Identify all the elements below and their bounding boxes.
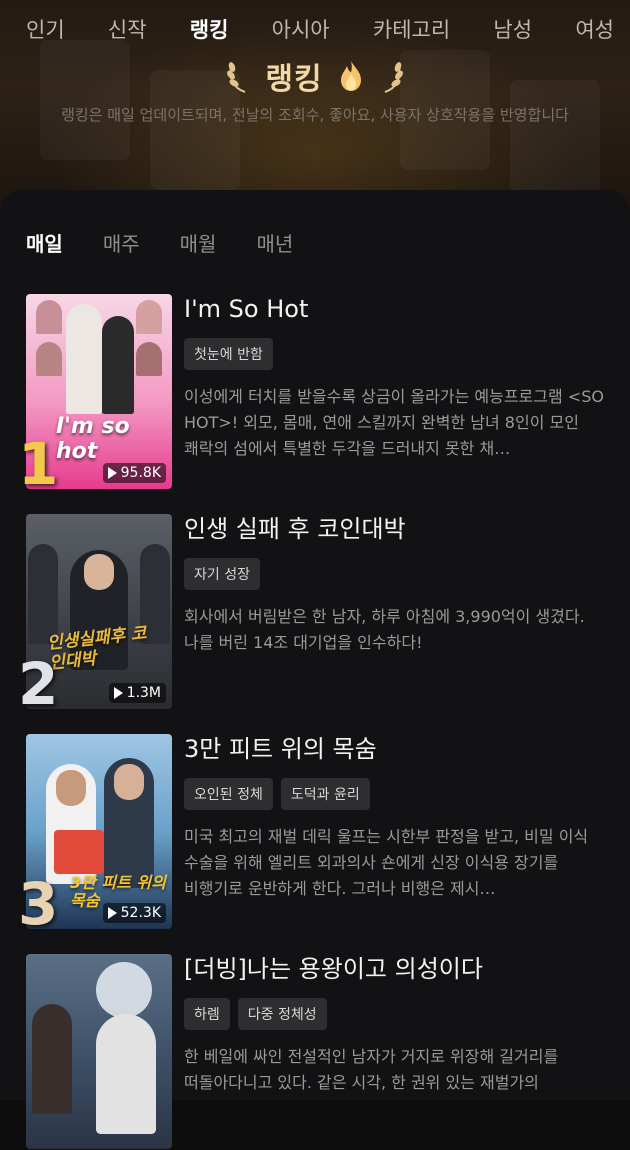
item-info: 인생 실패 후 코인대박 자기 성장 회사에서 버림받은 한 남자, 하루 아침…	[184, 514, 606, 656]
play-icon	[107, 467, 117, 479]
tag-list: 자기 성장	[184, 558, 606, 590]
item-info: 3만 피트 위의 목숨 오인된 정체 도덕과 윤리 미국 최고의 재벌 데릭 울…	[184, 734, 606, 902]
cover-face	[84, 554, 114, 590]
genre-tag[interactable]: 첫눈에 반함	[184, 338, 273, 370]
genre-tag[interactable]: 도덕과 윤리	[280, 778, 370, 810]
genre-tag[interactable]: 다중 정체성	[237, 998, 327, 1030]
rank-number: 2	[18, 650, 59, 718]
nav-item-ranking[interactable]: 랭킹	[190, 14, 229, 44]
cover-moon	[96, 962, 152, 1018]
tab-monthly[interactable]: 매월	[180, 228, 217, 257]
cover-figure	[36, 300, 62, 334]
item-description: 한 베일에 싸인 전설적인 남자가 거지로 위장해 길거리를 떠돌아다니고 있다…	[184, 1047, 559, 1092]
rank-number: 3	[18, 870, 59, 938]
item-description: 회사에서 버림받은 한 남자, 하루 아침에 3,990억이 생겼다. 나를 버…	[184, 607, 585, 652]
item-title[interactable]: [더빙]나는 용왕이고 의성이다	[184, 954, 606, 984]
item-description: 이성에게 터치를 받을수록 상금이 올라가는 예능프로그램 <SO HOT>! …	[184, 387, 604, 458]
cover-face	[56, 770, 86, 806]
cover-figure	[32, 1004, 72, 1114]
genre-tag[interactable]: 하렘	[184, 998, 230, 1030]
ranking-item[interactable]: 인생실패후 코인대박 1.3M 2 인생 실패 후 코인대박 자기 성장 회사에…	[18, 514, 606, 714]
period-tabs: 매일 매주 매월 매년	[26, 228, 293, 257]
view-count-value: 1.3M	[126, 685, 161, 701]
view-count-value: 52.3K	[120, 905, 161, 921]
cover-cooler	[54, 830, 104, 874]
page-subtitle: 랭킹은 매일 업데이트되며, 전날의 조회수, 좋아요, 사용자 상호작용을 반…	[61, 106, 569, 124]
item-info: I'm So Hot 첫눈에 반함 이성에게 터치를 받을수록 상금이 올라가는…	[184, 294, 606, 462]
nav-item-female[interactable]: 여성	[575, 14, 614, 44]
tag-list: 하렘 다중 정체성	[184, 998, 606, 1030]
nav-item-asia[interactable]: 아시아	[272, 14, 330, 44]
nav-item-category[interactable]: 카테고리	[373, 14, 450, 44]
tab-daily[interactable]: 매일	[26, 228, 63, 257]
laurel-right-icon	[384, 62, 403, 93]
genre-tag[interactable]: 오인된 정체	[184, 778, 273, 810]
rank-number: 1	[18, 430, 59, 498]
cover-title-art: I'm so hot	[56, 414, 130, 464]
ranking-item[interactable]: 3만 피트 위의 목숨 52.3K 3 3만 피트 위의 목숨 오인된 정체 도…	[18, 734, 606, 934]
cover-image[interactable]	[26, 954, 172, 1149]
ranking-item[interactable]: I'm so hot 95.8K 1 I'm So Hot 첫눈에 반함 이성에…	[18, 294, 606, 494]
ranking-header: 랭킹	[0, 52, 630, 100]
cover-figure	[96, 1014, 156, 1134]
cover-face	[114, 764, 144, 800]
page-title: 랭킹	[265, 62, 323, 97]
nav-item-male[interactable]: 남성	[493, 14, 532, 44]
item-description: 미국 최고의 재벌 데릭 울프는 시한부 판정을 받고, 비밀 이식 수술을 위…	[184, 827, 589, 898]
cover-figure	[102, 316, 134, 414]
play-icon	[113, 687, 123, 699]
tab-yearly[interactable]: 매년	[256, 228, 293, 257]
view-count-value: 95.8K	[120, 465, 161, 481]
nav-item-popular[interactable]: 인기	[26, 14, 65, 44]
cover-figure	[28, 544, 58, 644]
genre-tag[interactable]: 자기 성장	[184, 558, 260, 590]
tag-list: 첫눈에 반함	[184, 338, 606, 370]
cover-figure	[66, 304, 102, 414]
ranking-item[interactable]: [더빙]나는 용왕이고 의성이다 하렘 다중 정체성 한 베일에 싸인 전설적인…	[26, 954, 606, 1150]
cover-figure	[36, 342, 62, 376]
cover-figure	[136, 342, 162, 376]
flame-icon	[340, 61, 361, 91]
tab-weekly[interactable]: 매주	[103, 228, 140, 257]
nav-item-new[interactable]: 신작	[108, 14, 147, 44]
top-nav: 인기 신작 랭킹 아시아 카테고리 남성 여성	[0, 0, 630, 58]
item-title[interactable]: 3만 피트 위의 목숨	[184, 734, 606, 764]
item-title[interactable]: I'm So Hot	[184, 294, 606, 324]
cover-title-art: 인생실패후 코인대박	[46, 623, 148, 674]
laurel-left-icon	[227, 62, 246, 93]
item-title[interactable]: 인생 실패 후 코인대박	[184, 514, 606, 544]
item-info: [더빙]나는 용왕이고 의성이다 하렘 다중 정체성 한 베일에 싸인 전설적인…	[184, 954, 606, 1096]
view-count: 1.3M	[108, 683, 166, 703]
tag-list: 오인된 정체 도덕과 윤리	[184, 778, 606, 810]
cover-figure	[136, 300, 162, 334]
view-count: 52.3K	[102, 903, 166, 923]
view-count: 95.8K	[102, 463, 166, 483]
play-icon	[107, 907, 117, 919]
